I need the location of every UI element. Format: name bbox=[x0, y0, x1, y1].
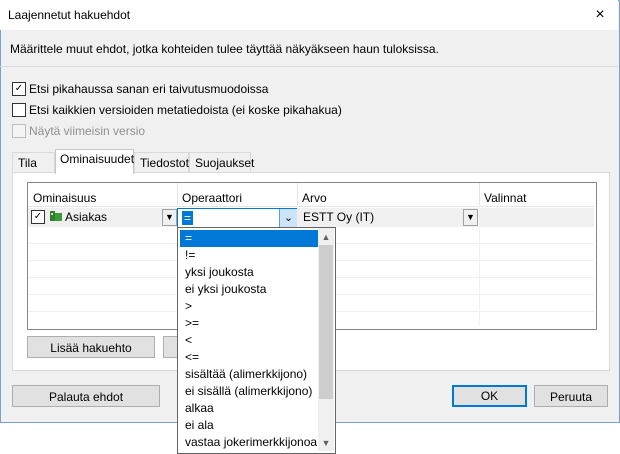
close-icon[interactable]: × bbox=[588, 4, 612, 26]
dropdown-item[interactable]: >= bbox=[180, 315, 320, 332]
property-dropdown-button[interactable]: ▼ bbox=[162, 209, 177, 226]
column-separator bbox=[177, 183, 178, 205]
dropdown-item[interactable]: sisältää (alimerkkijono) bbox=[180, 366, 320, 383]
option-inflection-label: Etsi pikahaussa sanan eri taivutusmuodoi… bbox=[29, 82, 269, 96]
option-latest-version-checkbox bbox=[12, 124, 26, 138]
column-separator bbox=[479, 183, 480, 205]
scroll-down-icon[interactable]: ▼ bbox=[318, 435, 334, 451]
tab-tiedostot[interactable]: Tiedostot bbox=[134, 152, 189, 172]
dropdown-item[interactable]: vastaa jokerimerkkijonoa bbox=[180, 434, 320, 451]
chevron-down-icon: ⌄ bbox=[283, 212, 294, 224]
operator-dropdown-button[interactable]: ⌄ bbox=[279, 209, 297, 227]
property-value: Asiakas bbox=[65, 210, 108, 224]
option-latest-version-label: Näytä viimeisin versio bbox=[29, 124, 146, 138]
dropdown-item[interactable]: > bbox=[180, 298, 320, 315]
option-inflection-checkbox[interactable]: ✓ bbox=[12, 82, 26, 96]
check-icon: ✓ bbox=[33, 211, 43, 222]
grid-header-line bbox=[28, 206, 594, 207]
scrollbar-thumb[interactable] bbox=[319, 245, 333, 399]
divider bbox=[0, 66, 618, 67]
arrow-down-icon: ▼ bbox=[466, 212, 475, 222]
scroll-up-icon[interactable]: ▲ bbox=[318, 229, 334, 245]
cancel-button[interactable]: Peruuta bbox=[534, 385, 608, 407]
dropdown-item[interactable]: != bbox=[180, 247, 320, 264]
reset-button[interactable]: Palauta ehdot bbox=[12, 385, 160, 407]
column-header-options: Valinnat bbox=[484, 191, 527, 205]
dropdown-item[interactable]: alkaa bbox=[180, 400, 320, 417]
arrow-down-icon: ▼ bbox=[165, 212, 174, 222]
tab-ominaisuudet[interactable]: Ominaisuudet bbox=[55, 149, 134, 174]
column-header-property: Ominaisuus bbox=[33, 191, 97, 205]
dropdown-item[interactable]: ei yksi joukosta bbox=[180, 281, 320, 298]
operator-selected-value: = bbox=[182, 211, 194, 225]
options-cell bbox=[480, 208, 594, 226]
dropdown-item[interactable]: <= bbox=[180, 349, 320, 366]
dialog-description: Määrittele muut ehdot, jotka kohteiden t… bbox=[10, 42, 439, 56]
dialog-title: Laajennetut hakuehdot bbox=[8, 8, 131, 22]
column-header-value: Arvo bbox=[302, 191, 327, 205]
option-all-versions-checkbox[interactable] bbox=[12, 103, 26, 117]
dropdown-item[interactable]: yksi joukosta bbox=[180, 264, 320, 281]
dropdown-item[interactable]: = bbox=[180, 230, 320, 247]
value-text: ESTT Oy (IT) bbox=[303, 210, 375, 224]
tab-tila[interactable]: Tila bbox=[12, 152, 55, 172]
row-enabled-checkbox[interactable]: ✓ bbox=[31, 210, 45, 224]
column-separator bbox=[297, 183, 298, 205]
column-header-operator: Operaattori bbox=[182, 191, 243, 205]
property-icon bbox=[49, 210, 63, 222]
ok-button[interactable]: OK bbox=[452, 385, 527, 407]
value-dropdown-button[interactable]: ▼ bbox=[463, 209, 478, 226]
tab-suojaukset[interactable]: Suojaukset bbox=[189, 152, 254, 172]
dropdown-item[interactable]: < bbox=[180, 332, 320, 349]
dropdown-item[interactable]: ei sisällä (alimerkkijono) bbox=[180, 383, 320, 400]
add-condition-button[interactable]: Lisää hakuehto bbox=[27, 336, 155, 358]
dropdown-item[interactable]: ei ala bbox=[180, 417, 320, 434]
check-icon: ✓ bbox=[14, 83, 24, 94]
option-all-versions-label: Etsi kaikkien versioiden metatiedoista (… bbox=[29, 103, 342, 117]
